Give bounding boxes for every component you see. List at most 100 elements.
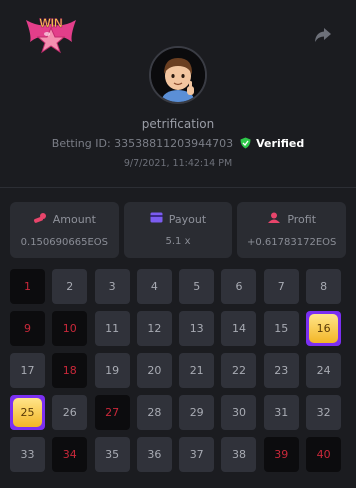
grid-cell-number: 17 — [20, 364, 35, 377]
stats-row: Amount 0.150690665EOS Payout 5.1 x Profi — [10, 202, 347, 258]
betting-id-row: Betting ID: 33538811203944703 Verified — [0, 137, 356, 152]
betting-id-label: Betting ID: — [51, 137, 111, 150]
grid-cell-number: 27 — [105, 406, 120, 419]
avatar — [149, 46, 207, 104]
grid-cell-number: 29 — [189, 406, 204, 419]
grid-cell-36[interactable]: 36 — [136, 437, 172, 472]
grid-cell-16[interactable]: 16 — [306, 311, 342, 346]
winning-gem-icon: 25 — [13, 398, 42, 427]
grid-cell-number: 23 — [274, 364, 289, 377]
grid-cell-number: 25 — [20, 406, 35, 419]
grid-cell-12[interactable]: 12 — [136, 311, 172, 346]
grid-cell-39[interactable]: 39 — [263, 437, 299, 472]
grid-cell-number: 15 — [274, 322, 289, 335]
grid-cell-20[interactable]: 20 — [136, 353, 172, 388]
grid-cell-number: 11 — [105, 322, 120, 335]
grid-cell-9[interactable]: 9 — [10, 311, 45, 346]
grid-cell-26[interactable]: 26 — [52, 395, 88, 430]
win-logo-text: WIN — [39, 16, 62, 30]
grid-cell-19[interactable]: 19 — [94, 353, 130, 388]
grid-cell-number: 14 — [231, 322, 246, 335]
grid-cell-number: 1 — [24, 280, 31, 293]
grid-cell-number: 37 — [189, 448, 204, 461]
grid-cell-37[interactable]: 37 — [179, 437, 215, 472]
grid-cell-15[interactable]: 15 — [263, 311, 299, 346]
grid-cell-28[interactable]: 28 — [136, 395, 172, 430]
grid-cell-1[interactable]: 1 — [10, 269, 45, 304]
profit-value: +0.61783172EOS — [247, 237, 337, 248]
grid-cell-number: 3 — [108, 280, 116, 293]
grid-cell-14[interactable]: 14 — [221, 311, 257, 346]
grid-cell-33[interactable]: 33 — [10, 437, 45, 472]
profit-label: Profit — [287, 213, 317, 226]
grid-cell-number: 38 — [231, 448, 246, 461]
grid-cell-6[interactable]: 6 — [221, 269, 257, 304]
grid-cell-40[interactable]: 40 — [306, 437, 342, 472]
grid-cell-number: 6 — [235, 280, 243, 293]
grid-cell-31[interactable]: 31 — [263, 395, 299, 430]
profit-icon — [267, 212, 281, 227]
grid-cell-4[interactable]: 4 — [136, 269, 172, 304]
grid-cell-number: 26 — [62, 406, 77, 419]
grid-cell-3[interactable]: 3 — [94, 269, 130, 304]
grid-cell-number: 31 — [274, 406, 289, 419]
grid-cell-number: 33 — [20, 448, 35, 461]
grid-cell-number: 19 — [105, 364, 120, 377]
grid-cell-number: 32 — [316, 406, 331, 419]
grid-cell-number: 5 — [193, 280, 201, 293]
grid-cell-number: 7 — [277, 280, 285, 293]
winning-gem-icon: 16 — [309, 314, 339, 343]
grid-cell-number: 21 — [189, 364, 204, 377]
grid-cell-10[interactable]: 10 — [52, 311, 88, 346]
username: petrification — [141, 117, 215, 131]
grid-cell-number: 39 — [274, 448, 289, 461]
grid-cell-13[interactable]: 13 — [179, 311, 215, 346]
grid-cell-number: 2 — [66, 280, 74, 293]
grid-cell-18[interactable]: 18 — [52, 353, 88, 388]
grid-cell-number: 18 — [62, 364, 77, 377]
betting-id-value: 33538811203944703 — [114, 137, 234, 150]
grid-cell-number: 10 — [62, 322, 77, 335]
grid-cell-38[interactable]: 38 — [221, 437, 257, 472]
grid-cell-7[interactable]: 7 — [263, 269, 299, 304]
grid-cell-24[interactable]: 24 — [306, 353, 342, 388]
grid-cell-number: 24 — [316, 364, 331, 377]
grid-cell-number: 12 — [147, 322, 162, 335]
grid-cell-number: 16 — [316, 322, 331, 335]
grid-cell-11[interactable]: 11 — [94, 311, 130, 346]
payout-card: Payout 5.1 x — [123, 202, 233, 258]
grid-cell-5[interactable]: 5 — [179, 269, 215, 304]
grid-cell-30[interactable]: 30 — [221, 395, 257, 430]
grid-cell-number: 40 — [316, 448, 331, 461]
grid-cell-32[interactable]: 32 — [306, 395, 342, 430]
grid-cell-22[interactable]: 22 — [221, 353, 257, 388]
grid-cell-21[interactable]: 21 — [179, 353, 215, 388]
grid-cell-29[interactable]: 29 — [179, 395, 215, 430]
grid-cell-number: 8 — [320, 280, 328, 293]
verified-label: Verified — [256, 137, 305, 150]
grid-cell-17[interactable]: 17 — [10, 353, 45, 388]
grid-cell-number: 9 — [24, 322, 31, 335]
grid-cell-35[interactable]: 35 — [94, 437, 130, 472]
grid-cell-number: 35 — [105, 448, 120, 461]
grid-cell-number: 4 — [150, 280, 158, 293]
grid-cell-number: 36 — [147, 448, 162, 461]
grid-cell-2[interactable]: 2 — [52, 269, 88, 304]
verified-shield-icon — [240, 137, 251, 152]
amount-value: 0.150690665EOS — [20, 237, 108, 248]
share-icon[interactable] — [314, 27, 332, 43]
grid-cell-number: 30 — [231, 406, 246, 419]
grid-cell-number: 22 — [231, 364, 246, 377]
grid-cell-25[interactable]: 25 — [10, 395, 45, 430]
amount-label: Amount — [52, 213, 96, 226]
grid-cell-23[interactable]: 23 — [263, 353, 299, 388]
win-logo: WIN — [22, 10, 80, 56]
grid-cell-34[interactable]: 34 — [52, 437, 88, 472]
payout-value: 5.1 x — [165, 236, 191, 247]
divider — [0, 187, 356, 188]
grid-cell-number: 34 — [62, 448, 77, 461]
profit-card: Profit +0.61783172EOS — [237, 202, 347, 258]
grid-cell-27[interactable]: 27 — [94, 395, 130, 430]
card-icon — [150, 212, 163, 226]
grid-cell-8[interactable]: 8 — [306, 269, 342, 304]
